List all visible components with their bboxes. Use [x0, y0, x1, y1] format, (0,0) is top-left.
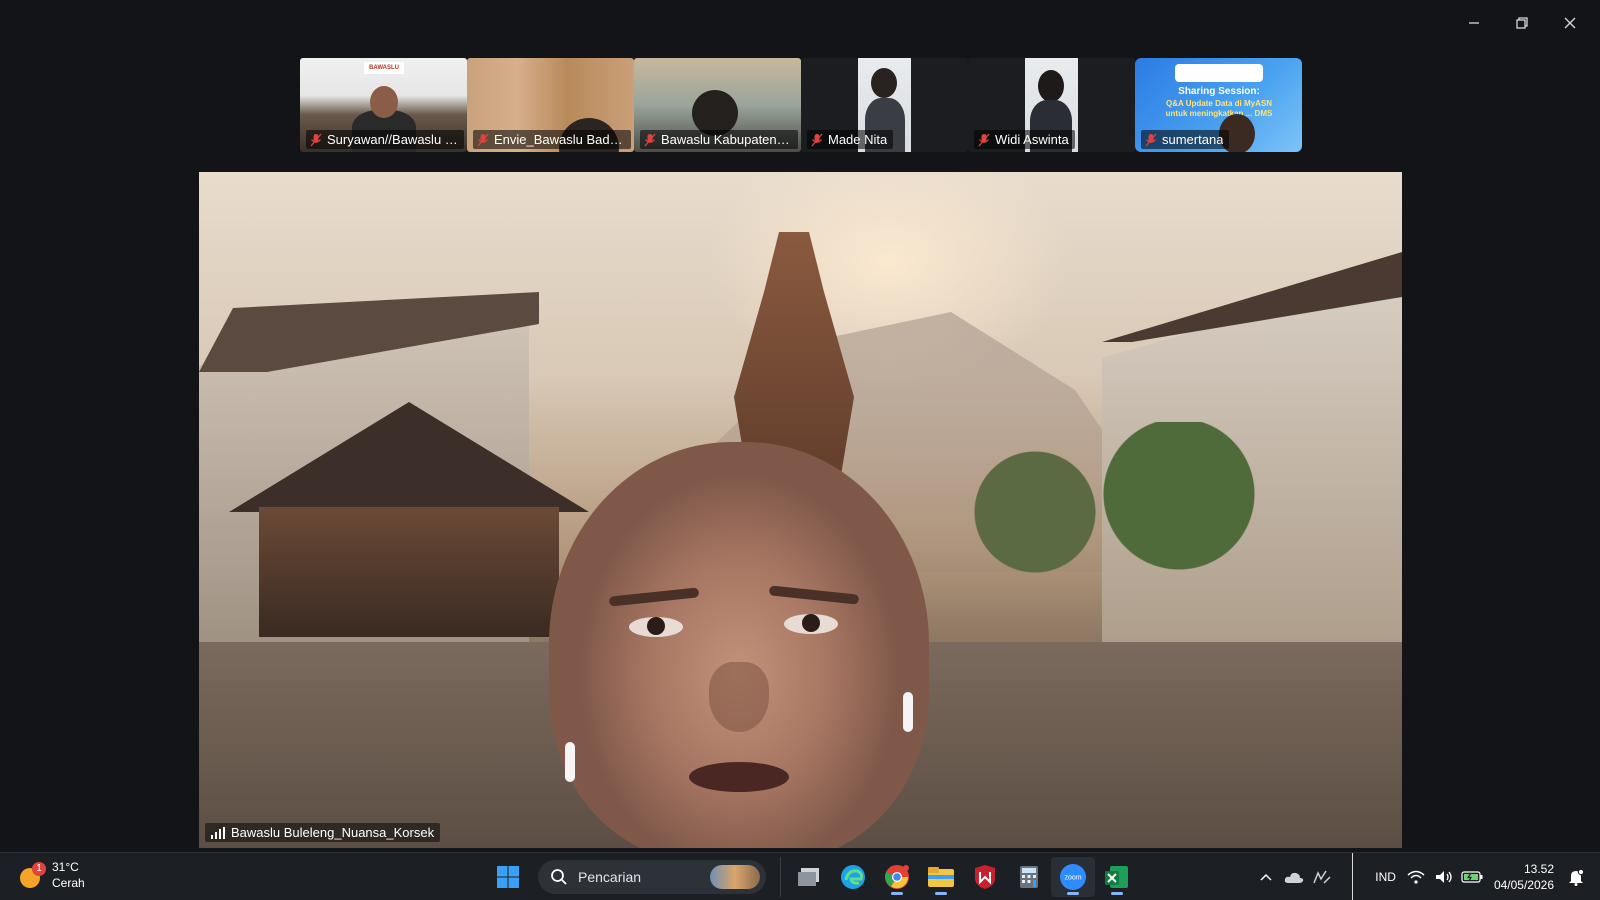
pen-icon: [1313, 870, 1331, 884]
battery-button[interactable]: [1458, 857, 1486, 897]
task-view-icon: [798, 868, 819, 886]
participant-name: Widi Aswinta: [995, 132, 1069, 147]
sun-icon: 1: [18, 862, 46, 888]
search-placeholder: Pencarian: [578, 869, 642, 885]
active-speaker-video[interactable]: Bawaslu Buleleng_Nuansa_Korsek: [199, 172, 1402, 848]
participant-tile[interactable]: BAWASLU Suryawan//Bawaslu Ba...: [300, 58, 467, 152]
search-icon: [551, 869, 567, 885]
participant-strip: BAWASLU Suryawan//Bawaslu Ba... Envie_Ba…: [300, 58, 1302, 152]
file-explorer-button[interactable]: [919, 857, 963, 897]
weather-temperature: 31°C: [52, 860, 79, 874]
restore-button[interactable]: [1498, 8, 1546, 38]
speaker-name: Bawaslu Buleleng_Nuansa_Korsek: [231, 825, 435, 840]
excel-button[interactable]: [1095, 857, 1139, 897]
mic-muted-icon: [644, 133, 656, 146]
mic-muted-icon: [310, 133, 322, 146]
participant-name: Envie_Bawaslu Badung: [494, 132, 625, 147]
minimize-icon: [1469, 22, 1479, 24]
system-tray: IND 13.52 04/05/2026: [1252, 853, 1590, 900]
chrome-button[interactable]: [875, 857, 919, 897]
earbud: [903, 692, 913, 732]
mic-muted-icon: [978, 133, 990, 146]
taskbar-search[interactable]: Pencarian: [538, 860, 766, 894]
wifi-button[interactable]: [1402, 857, 1430, 897]
participant-name-bar: Made Nita: [807, 130, 894, 149]
mic-muted-icon: [811, 133, 823, 146]
clock[interactable]: 13.52 04/05/2026: [1486, 861, 1562, 893]
mcafee-button[interactable]: [963, 857, 1007, 897]
participant-name: Bawaslu Kabupaten Gi...: [661, 132, 792, 147]
earbud: [565, 742, 575, 782]
weather-widget[interactable]: 1 31°C Cerah: [18, 859, 85, 891]
battery-charging-icon: [1461, 871, 1483, 883]
taskbar-apps: Pencarian zoom: [486, 857, 1139, 897]
participant-tile[interactable]: Sharing Session: Q&A Update Data di MyAS…: [1135, 58, 1302, 152]
folder-icon: [928, 867, 954, 887]
cloud-icon: [1285, 872, 1304, 883]
windows-taskbar: 1 31°C Cerah Pencarian zoom IND 13.52 04…: [0, 852, 1600, 900]
participant-tile[interactable]: Envie_Bawaslu Badung: [467, 58, 634, 152]
minimize-button[interactable]: [1450, 8, 1498, 38]
start-button[interactable]: [486, 857, 530, 897]
excel-icon: [1105, 866, 1128, 888]
task-view-button[interactable]: [787, 857, 831, 897]
participant-name-bar: Bawaslu Kabupaten Gi...: [640, 130, 798, 149]
speaker-name-bar: Bawaslu Buleleng_Nuansa_Korsek: [205, 823, 441, 842]
chevron-up-icon: [1260, 873, 1272, 881]
restore-icon: [1516, 17, 1528, 29]
zoom-icon: zoom: [1060, 864, 1086, 890]
participant-name-bar: Envie_Bawaslu Badung: [473, 130, 631, 149]
mic-muted-icon: [1145, 133, 1157, 146]
weather-description: Cerah: [52, 876, 85, 890]
clock-time: 13.52: [1523, 862, 1554, 876]
edge-button[interactable]: [831, 857, 875, 897]
pen-menu-button[interactable]: [1308, 857, 1336, 897]
participant-name-bar: sumertana: [1141, 130, 1230, 149]
participant-name-bar: Suryawan//Bawaslu Ba...: [306, 130, 464, 149]
clock-date: 04/05/2026: [1493, 878, 1554, 892]
calculator-icon: [1020, 866, 1038, 888]
zoom-meeting-window: BAWASLU Suryawan//Bawaslu Ba... Envie_Ba…: [0, 0, 1600, 900]
onedrive-button[interactable]: [1280, 857, 1308, 897]
window-controls: [1450, 8, 1594, 38]
banner-title: Sharing Session:: [1178, 86, 1260, 97]
notification-badge: 1: [32, 862, 46, 876]
mic-muted-icon: [477, 133, 489, 146]
notification-center-button[interactable]: [1562, 857, 1590, 897]
calculator-button[interactable]: [1007, 857, 1051, 897]
participant-name-bar: Widi Aswinta: [974, 130, 1075, 149]
participant-tile[interactable]: Widi Aswinta: [968, 58, 1135, 152]
speaker-icon: [1435, 871, 1452, 883]
close-button[interactable]: [1546, 8, 1594, 38]
edge-icon: [841, 865, 865, 889]
input-language-indicator[interactable]: IND: [1369, 870, 1402, 884]
signal-strength-icon: [211, 826, 225, 839]
close-icon: [1564, 17, 1576, 29]
wifi-icon: [1407, 870, 1425, 884]
participant-name: sumertana: [1162, 132, 1224, 147]
speaker-face: [549, 442, 929, 848]
search-highlight-image: [710, 865, 760, 889]
volume-button[interactable]: [1430, 857, 1458, 897]
participant-name: Suryawan//Bawaslu Ba...: [327, 132, 458, 147]
notification-bell-icon: [1569, 868, 1584, 886]
bawaslu-logo: [1175, 64, 1263, 82]
chrome-icon: [885, 865, 909, 889]
participant-name: Made Nita: [828, 132, 888, 147]
participant-tile[interactable]: Made Nita: [801, 58, 968, 152]
svg-text:zoom: zoom: [1064, 875, 1081, 882]
show-hidden-icons-button[interactable]: [1252, 857, 1280, 897]
mcafee-icon: [975, 865, 995, 889]
participant-tile[interactable]: Bawaslu Kabupaten Gi...: [634, 58, 801, 152]
windows-icon: [497, 866, 519, 888]
banner-subtitle: Q&A Update Data di MyASN untuk meningkat…: [1165, 99, 1273, 118]
zoom-button[interactable]: zoom: [1051, 857, 1095, 897]
bawaslu-logo: BAWASLU: [364, 62, 404, 74]
